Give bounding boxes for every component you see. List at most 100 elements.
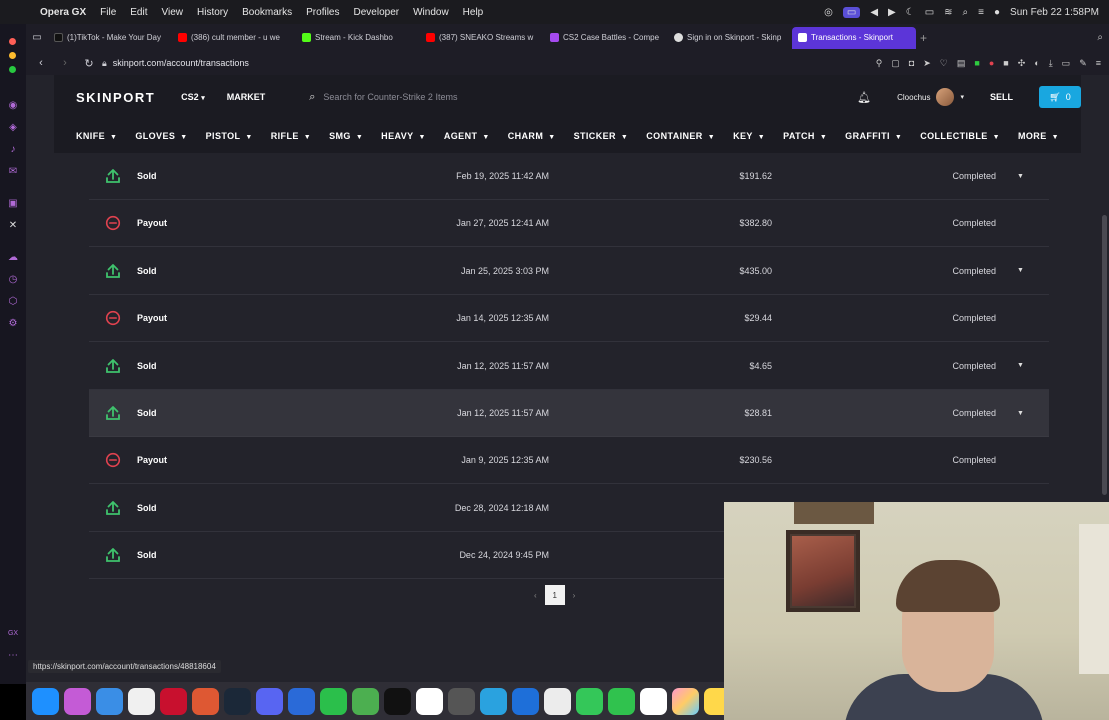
pin-icon[interactable]: ⚲ [876, 58, 883, 69]
downloads-icon[interactable]: ⤓ [1049, 58, 1053, 69]
clock[interactable]: Sun Feb 22 1:58PM [1010, 7, 1099, 18]
discord-icon[interactable] [256, 687, 283, 715]
camera-icon[interactable]: ◘ [909, 58, 914, 69]
category-rifle[interactable]: RIFLE ▼ [271, 131, 311, 141]
volume-icon[interactable]: ◀ [870, 7, 878, 18]
menu-file[interactable]: File [100, 7, 116, 18]
opera-gx-icon[interactable] [160, 687, 187, 715]
telegram-icon[interactable] [480, 687, 507, 715]
search-input[interactable]: Search for Counter-Strike 2 Items [323, 92, 457, 102]
twitch-icon[interactable]: ▣ [7, 198, 19, 210]
gx-control-icon[interactable]: ◉ [7, 100, 19, 112]
page-scrollbar[interactable] [1102, 215, 1107, 495]
transaction-row[interactable]: Payout Jan 27, 2025 12:41 AM $382.80 Comple… [89, 200, 1049, 248]
spotlight-search-icon[interactable]: ⌕ [963, 7, 969, 18]
tab-skinport-transactions[interactable]: Transactions - Skinport [792, 26, 916, 49]
menu-profiles[interactable]: Profiles [306, 7, 339, 18]
new-tab-button[interactable]: + [920, 31, 927, 45]
reload-icon[interactable]: ↻ [80, 57, 98, 70]
user-menu[interactable]: Cloochus ▾ [897, 88, 964, 106]
category-gloves[interactable]: GLOVES ▼ [135, 131, 187, 141]
system-settings-icon[interactable] [448, 687, 475, 715]
play-icon[interactable]: ▶ [888, 7, 896, 18]
extension-grey-icon[interactable]: ■ [1003, 58, 1008, 69]
category-pistol[interactable]: PISTOL ▼ [206, 131, 253, 141]
sidebar-toggle-icon[interactable]: ▭ [26, 32, 48, 43]
menu-view[interactable]: View [162, 7, 184, 18]
creative-cloud-icon[interactable]: ◎ [824, 7, 833, 18]
transaction-row[interactable]: Sold Feb 19, 2025 11:42 AM $191.62 Complete… [89, 153, 1049, 200]
chrome-icon[interactable] [128, 687, 155, 715]
category-container[interactable]: CONTAINER ▼ [646, 131, 715, 141]
category-charm[interactable]: CHARM ▼ [508, 131, 556, 141]
menu-bookmarks[interactable]: Bookmarks [242, 7, 292, 18]
cart-button[interactable]: 🛒︎ 0 [1039, 86, 1081, 108]
tab-youtube-cult-member[interactable]: (386) cult member - u we [172, 27, 296, 49]
category-collectible[interactable]: COLLECTIBLE ▼ [920, 131, 1000, 141]
transaction-row[interactable]: Payout Jan 9, 2025 12:35 AM $230.56 Complet… [89, 437, 1049, 485]
menu-icon[interactable]: ≡ [1096, 58, 1101, 69]
expand-chevron-icon[interactable]: ▼ [1017, 410, 1024, 417]
screenshot-icon[interactable]: ▢ [891, 58, 900, 69]
minecraft-icon[interactable] [352, 687, 379, 715]
calendar-icon[interactable] [640, 687, 667, 715]
transaction-row[interactable]: Sold Jan 25, 2025 3:03 PM $435.00 Completed… [89, 248, 1049, 295]
screen-record-icon[interactable]: ▭ [842, 6, 861, 18]
soundcloud-icon[interactable]: ☁ [7, 252, 19, 264]
category-knife[interactable]: KNIFE ▼ [76, 131, 117, 141]
site-logo[interactable]: SKINPORT [76, 90, 155, 105]
transaction-row[interactable]: Sold Jan 12, 2025 11:57 AM $28.81 Completed… [89, 390, 1049, 437]
menu-app-name[interactable]: Opera GX [40, 7, 86, 18]
send-icon[interactable]: ➤ [923, 58, 931, 69]
cs2-app-icon[interactable] [320, 687, 347, 715]
expand-chevron-icon[interactable]: ▼ [1017, 173, 1024, 180]
category-heavy[interactable]: HEAVY ▼ [381, 131, 426, 141]
finder-icon[interactable] [32, 687, 59, 715]
window-minimize-button[interactable] [9, 52, 16, 59]
tab-search-icon[interactable]: ⌕ [1097, 32, 1103, 43]
expand-chevron-icon[interactable]: ▼ [1017, 267, 1024, 274]
tab-youtube-sneako[interactable]: (387) SNEAKO Streams w [420, 27, 544, 49]
category-patch[interactable]: PATCH ▼ [783, 131, 827, 141]
market-link[interactable]: MARKET [227, 92, 266, 102]
extensions-icon[interactable]: ⬡ [7, 296, 19, 308]
history-icon[interactable]: ◷ [7, 274, 19, 286]
safari-icon[interactable] [96, 687, 123, 715]
category-agent[interactable]: AGENT ▼ [444, 131, 490, 141]
chatgpt-icon[interactable] [544, 687, 571, 715]
forward-icon[interactable]: › [56, 57, 74, 69]
tab-tiktok[interactable]: (1)TikTok - Make Your Day [48, 27, 172, 49]
url-field[interactable]: skinport.com/account/transactions [113, 58, 249, 68]
category-more[interactable]: MORE ▼ [1018, 131, 1059, 141]
menu-window[interactable]: Window [413, 7, 449, 18]
gx-player-icon[interactable]: ♪ [7, 144, 19, 156]
notification-bell-icon[interactable]: 🔔︎ [857, 91, 871, 104]
category-key[interactable]: KEY ▼ [733, 131, 765, 141]
expand-chevron-icon[interactable]: ▼ [1017, 362, 1024, 369]
steam-icon[interactable] [224, 687, 251, 715]
category-sticker[interactable]: STICKER ▼ [574, 131, 629, 141]
word-icon[interactable] [512, 687, 539, 715]
extension-green-icon[interactable]: ■ [974, 58, 979, 69]
menu-edit[interactable]: Edit [130, 7, 147, 18]
user-switch-icon[interactable]: ● [994, 7, 1000, 18]
battery-icon[interactable]: ▭ [925, 7, 934, 18]
menu-developer[interactable]: Developer [354, 7, 400, 18]
prev-page-icon[interactable]: ‹ [534, 591, 537, 600]
battery-saver-icon[interactable]: ▭ [1062, 58, 1071, 69]
next-page-icon[interactable]: › [573, 591, 576, 600]
bookmark-heart-icon[interactable]: ♡ [940, 58, 948, 69]
launchpad-icon[interactable] [64, 687, 91, 715]
facetime-icon[interactable] [608, 687, 635, 715]
ai-icon[interactable]: ✎ [1079, 58, 1087, 69]
menu-history[interactable]: History [197, 7, 228, 18]
messenger-icon[interactable]: ✉ [7, 166, 19, 178]
lock-icon[interactable]: 🔒︎ [102, 58, 107, 69]
night-mode-icon[interactable]: ☾ [906, 7, 915, 18]
extensions-puzzle-icon[interactable]: ✣ [1018, 58, 1026, 69]
vpn-icon[interactable]: ◐ [1034, 58, 1039, 69]
x-app-icon[interactable] [384, 687, 411, 715]
gx-corner-icon[interactable]: ◈ [7, 122, 19, 134]
window-zoom-button[interactable] [9, 66, 16, 73]
tab-cs2-case-battles[interactable]: CS2 Case Battles - Compe [544, 27, 668, 49]
